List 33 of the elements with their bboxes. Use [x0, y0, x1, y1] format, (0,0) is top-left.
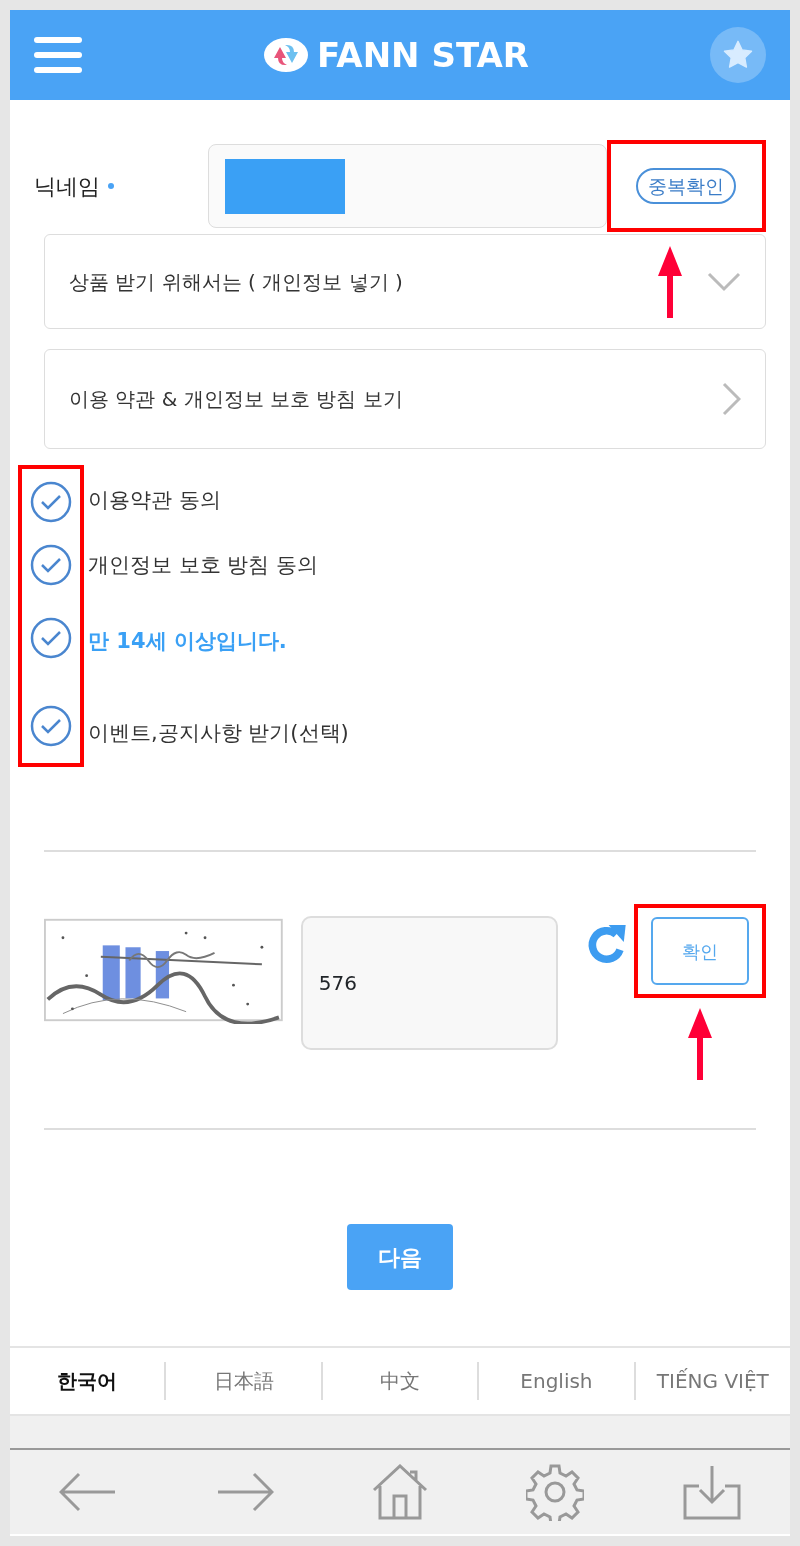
back-arrow-icon[interactable]: [59, 1472, 118, 1512]
checkbox[interactable]: [30, 616, 72, 659]
language-tab[interactable]: TIẾNG VIỆT: [633, 1362, 790, 1400]
logo-icon: [263, 36, 310, 74]
agreement-label: 이벤트,공지사항 받기(선택): [88, 720, 349, 747]
checkbox[interactable]: [30, 705, 72, 748]
download-icon[interactable]: [682, 1464, 741, 1520]
agreement-label: 개인정보 보호 방침 동의: [88, 552, 319, 579]
menu-icon[interactable]: [34, 37, 82, 73]
language-tab[interactable]: 日本語: [164, 1362, 321, 1400]
favorite-button[interactable]: [710, 27, 766, 83]
chevron-right-icon: [721, 382, 741, 416]
next-button[interactable]: 다음: [347, 1224, 453, 1290]
dropdown-panel[interactable]: 상품 받기 위해서는 ( 개인정보 넣기 ): [44, 234, 766, 329]
agreement-label: 이용약관 동의: [88, 487, 221, 514]
agreement-label: 만 14세 이상입니다.: [88, 628, 287, 655]
forward-arrow-icon[interactable]: [215, 1472, 274, 1512]
panel-label: 상품 받기 위해서는 ( 개인정보 넣기 ): [69, 268, 403, 296]
terms-link[interactable]: 이용 약관 & 개인정보 보호 방침 보기: [44, 349, 766, 449]
input-field[interactable]: [208, 144, 607, 228]
language-tab[interactable]: English: [477, 1362, 634, 1400]
logo-text: FANN STAR: [317, 33, 529, 77]
confirm-button[interactable]: 확인: [651, 917, 749, 985]
settings-icon[interactable]: [526, 1463, 585, 1521]
checkbox[interactable]: [30, 481, 72, 523]
language-tab[interactable]: 中文: [320, 1362, 478, 1400]
checkbox[interactable]: [30, 543, 72, 586]
field-label: 닉네임: [34, 172, 100, 201]
duplicate-check-button[interactable]: 중복확인: [636, 167, 737, 205]
language-tab[interactable]: 한국어: [10, 1362, 165, 1400]
home-icon[interactable]: [371, 1464, 428, 1520]
captcha-input[interactable]: 576: [300, 916, 559, 1050]
star-icon: [722, 40, 754, 70]
